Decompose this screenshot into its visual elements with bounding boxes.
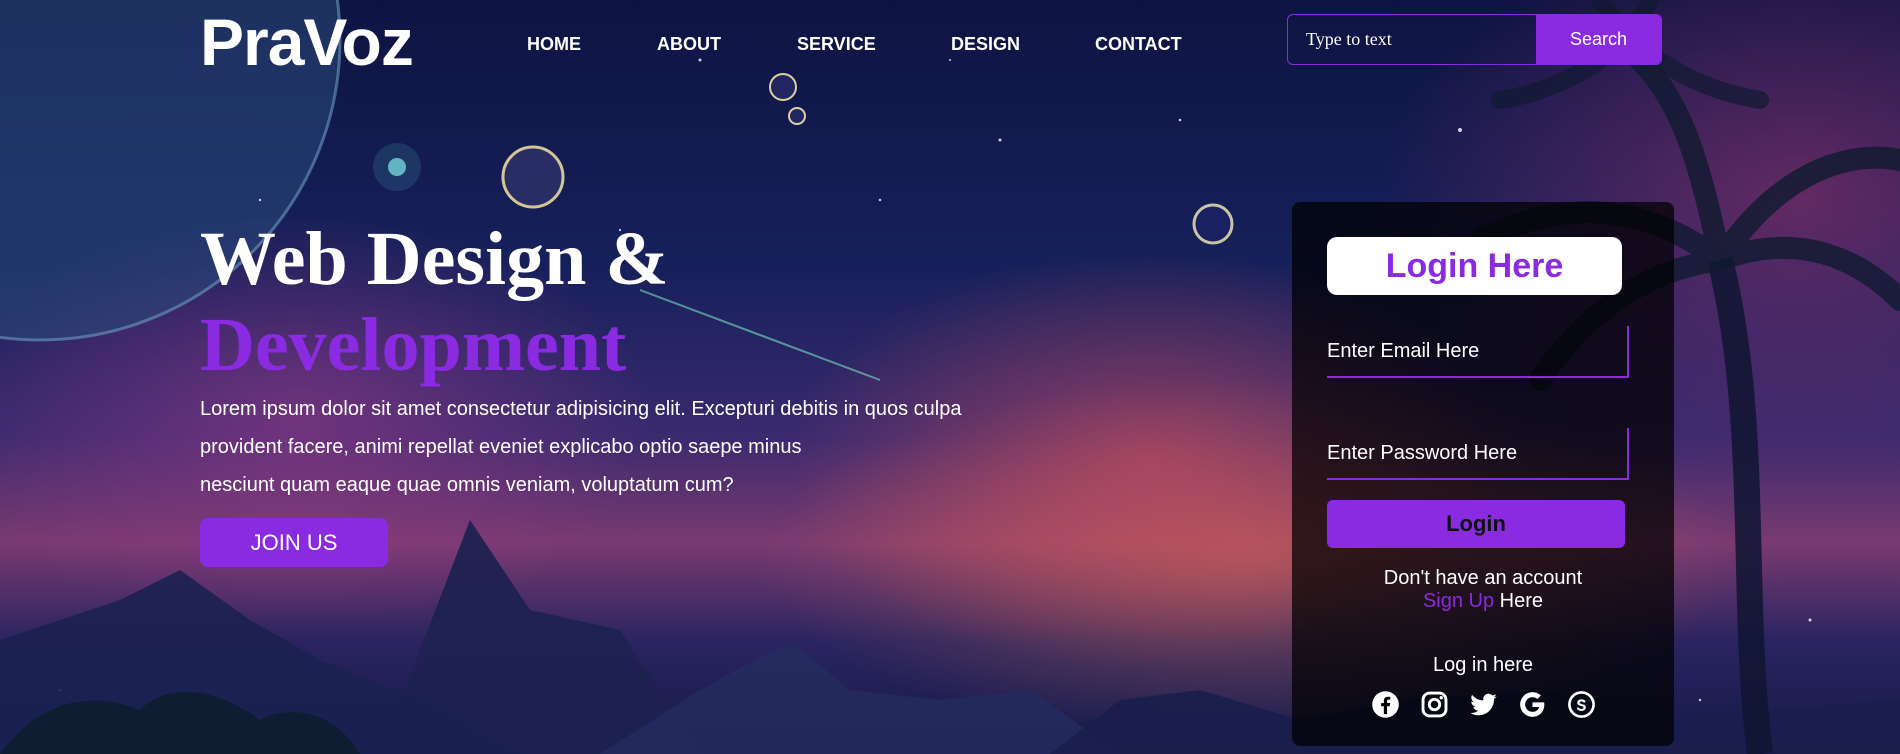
social-icons bbox=[1292, 690, 1674, 719]
login-here-text: Log in here bbox=[1432, 654, 1534, 676]
brand-logo[interactable]: PraVoz bbox=[200, 4, 414, 80]
password-field[interactable] bbox=[1327, 428, 1627, 478]
login-card: Login Here Login Don't have an account S… bbox=[1292, 202, 1674, 746]
nav-item-design[interactable]: DESIGN bbox=[951, 34, 1020, 55]
login-button[interactable]: Login bbox=[1327, 500, 1625, 548]
nav-item-about[interactable]: ABOUT bbox=[657, 34, 721, 55]
search-bar: Search bbox=[1287, 14, 1662, 65]
twitter-icon[interactable] bbox=[1469, 690, 1498, 719]
password-field-wrapper bbox=[1327, 428, 1629, 480]
login-title: Login Here bbox=[1327, 237, 1622, 295]
hero-text-line: provident facere, animi repellat eveniet… bbox=[200, 436, 802, 458]
hero-text-line: nesciunt quam eaque quae omnis veniam, v… bbox=[200, 474, 734, 496]
facebook-icon[interactable] bbox=[1371, 690, 1400, 719]
signup-link[interactable]: Sign Up bbox=[1423, 590, 1494, 612]
no-account-text: Don't have an account bbox=[1383, 567, 1583, 589]
skype-icon[interactable] bbox=[1567, 690, 1596, 719]
nav-item-home[interactable]: HOME bbox=[527, 34, 581, 55]
signup-suffix: Here bbox=[1494, 590, 1544, 612]
hero-title-accent: Development bbox=[200, 303, 627, 387]
join-us-button[interactable]: JOIN US bbox=[200, 518, 388, 567]
hero-title: Web Design & Development bbox=[200, 216, 669, 388]
email-field-wrapper bbox=[1327, 326, 1629, 378]
hero-title-line1: Web Design & bbox=[200, 217, 669, 301]
signup-line: Sign Up Here bbox=[1292, 590, 1674, 613]
nav-item-service[interactable]: SERVICE bbox=[797, 34, 876, 55]
hero-description: Lorem ipsum dolor sit amet consectetur a… bbox=[200, 390, 980, 504]
search-input[interactable] bbox=[1288, 15, 1536, 64]
moon-shape bbox=[501, 145, 565, 209]
search-button[interactable]: Search bbox=[1536, 15, 1661, 64]
hero-text-line: Lorem ipsum dolor sit amet consectetur a… bbox=[200, 398, 962, 420]
instagram-icon[interactable] bbox=[1420, 690, 1449, 719]
nav-item-contact[interactable]: CONTACT bbox=[1095, 34, 1182, 55]
email-field[interactable] bbox=[1327, 326, 1627, 376]
google-icon[interactable] bbox=[1518, 690, 1547, 719]
